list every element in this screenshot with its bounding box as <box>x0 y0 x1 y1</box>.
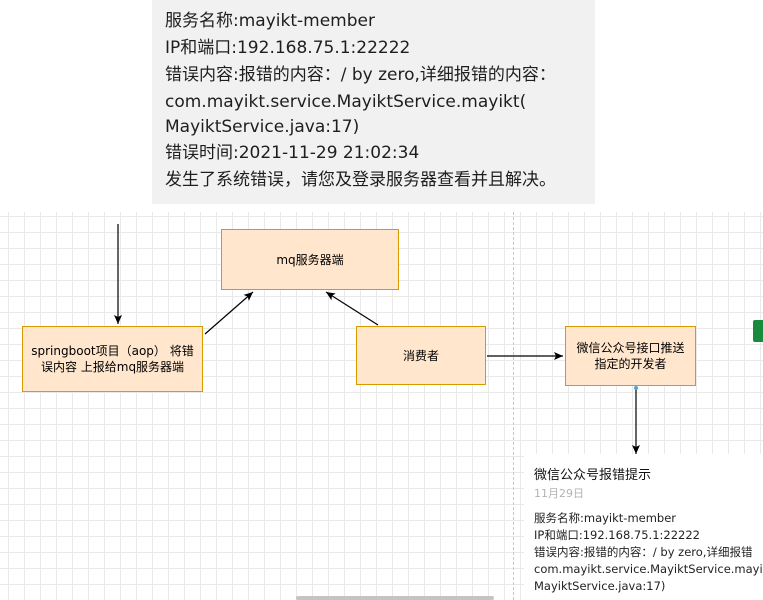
notification-date: 11月29日 <box>534 487 584 500</box>
notification-line-service-name: 服务名称:mayikt-member <box>534 511 677 525</box>
node-springboot-project-label: springboot项目（aop） 将错误内容 上报给mq服务器端 <box>31 344 194 374</box>
node-consumer-label: 消费者 <box>402 348 439 363</box>
message-line-stack-class: com.mayikt.service.MayiktService.mayikt( <box>165 92 527 112</box>
page-divider <box>513 212 514 600</box>
error-message-card: 服务名称:mayikt-member IP和端口:192.168.75.1:22… <box>152 0 595 204</box>
notification-line-ip-port: IP和端口:192.168.75.1:22222 <box>534 528 700 542</box>
side-panel-handle[interactable] <box>753 320 763 342</box>
message-line-action: 发生了系统错误，请您及登录服务器查看并且解决。 <box>165 170 556 190</box>
wechat-notification-card: 微信公众号报错提示 11月29日 服务名称:mayikt-member IP和端… <box>524 454 763 600</box>
node-consumer[interactable]: 消费者 <box>356 326 486 385</box>
notification-line-error-content: 错误内容:报错的内容：/ by zero,详细报错 <box>534 545 753 559</box>
message-line-service-name: 服务名称:mayikt-member <box>165 11 375 31</box>
notification-line-stack-file: MayiktService.java:17) <box>534 579 666 593</box>
node-mq-server-label: mq服务器端 <box>276 252 344 267</box>
message-line-ip-port: IP和端口:192.168.75.1:22222 <box>165 38 411 58</box>
message-line-error-time: 错误时间:2021-11-29 21:02:34 <box>165 143 420 163</box>
node-wechat-push[interactable]: 微信公众号接口推送指定的开发者 <box>565 326 696 386</box>
node-springboot-project[interactable]: springboot项目（aop） 将错误内容 上报给mq服务器端 <box>22 326 203 392</box>
notification-title: 微信公众号报错提示 <box>534 468 652 483</box>
message-line-stack-file: MayiktService.java:17) <box>165 117 360 137</box>
horizontal-scrollbar[interactable] <box>296 596 494 600</box>
message-line-error-content: 错误内容:报错的内容：/ by zero,详细报错的内容： <box>165 65 556 85</box>
node-mq-server[interactable]: mq服务器端 <box>221 229 399 290</box>
node-wechat-push-label: 微信公众号接口推送指定的开发者 <box>576 341 685 371</box>
notification-line-stack-class: com.mayikt.service.MayiktService.mayi <box>534 562 763 576</box>
